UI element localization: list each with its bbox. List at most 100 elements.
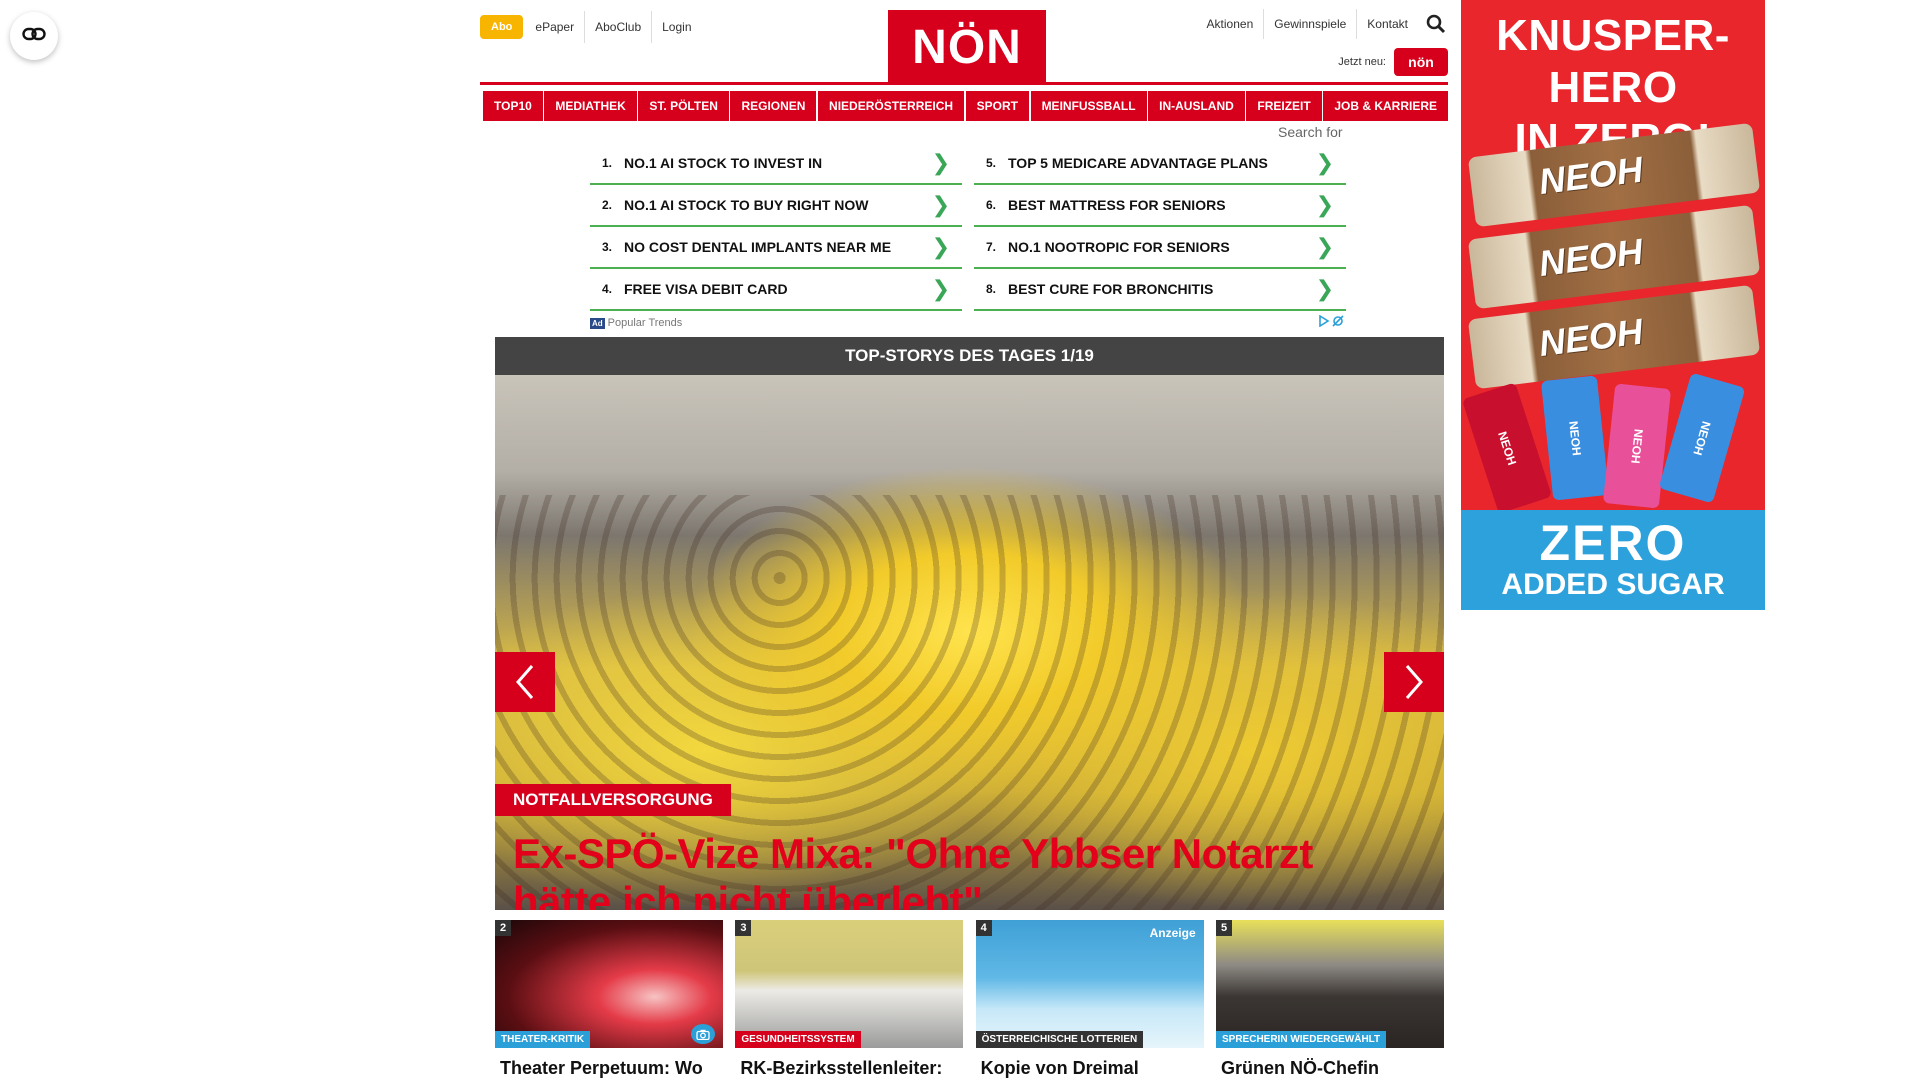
top-right-links: Aktionen Gewinnspiele Kontakt <box>1197 9 1448 39</box>
sponsored-item[interactable]: 7. NO.1 NOOTROPIC FOR SENIORS ❯ <box>974 227 1346 269</box>
story-card[interactable]: 4 Anzeige ÖSTERREICHISCHE LOTTERIEN Kopi… <box>975 920 1204 1080</box>
top-stories-header: TOP-STORYS DES TAGES 1/19 <box>495 337 1444 375</box>
extension-badge[interactable] <box>10 12 58 60</box>
story-card-title[interactable]: Grünen NÖ-Chefin Krismer: „Habe da noch <box>1216 1048 1444 1080</box>
sponsored-item-text: NO.1 NOOTROPIC FOR SENIORS <box>1008 239 1230 255</box>
nav-item-mediathek[interactable]: MEDIATHEK <box>544 91 637 121</box>
sponsored-item-number: 1. <box>602 156 613 170</box>
site-logo[interactable]: NÖN <box>888 10 1046 84</box>
abo-button[interactable]: Abo <box>480 15 524 39</box>
nav-item-niederoesterreich[interactable]: NIEDERÖSTERREICH <box>818 91 965 121</box>
ad-added-sugar-label: ADDED SUGAR <box>1501 568 1725 601</box>
popular-trends-label[interactable]: Popular Trends <box>608 317 683 329</box>
story-card-image[interactable]: 5 SPRECHERIN WIEDERGEWÄHLT <box>1215 920 1444 1048</box>
top-story-title[interactable]: Ex-SPÖ-Vize Mixa: "Ohne Ybbser Notarzt h… <box>513 830 1413 910</box>
search-icon[interactable] <box>1424 12 1448 36</box>
sponsored-item-text: BEST MATTRESS FOR SENIORS <box>1008 197 1226 213</box>
nav-item-st-poelten[interactable]: ST. PÖLTEN <box>638 91 729 121</box>
jetzt-neu-label: Jetzt neu: <box>1338 56 1386 68</box>
story-card-tag: GESUNDHEITSSYSTEM <box>735 1031 861 1048</box>
top-left-links: Abo ePaper AboClub Login <box>480 11 702 43</box>
chevron-right-icon: ❯ <box>931 150 950 175</box>
product-bar-label: NEOH <box>1536 310 1645 365</box>
chevron-right-icon: ❯ <box>1315 276 1334 301</box>
sponsored-item-number: 5. <box>986 156 997 170</box>
chevron-right-icon: ❯ <box>931 276 950 301</box>
nav-item-freizeit[interactable]: FREIZEIT <box>1246 91 1322 121</box>
header-divider <box>480 82 1448 85</box>
link-icon <box>22 27 46 46</box>
top-story-tag[interactable]: NOTFALLVERSORGUNG <box>495 784 731 816</box>
nav-item-regionen[interactable]: REGIONEN <box>730 91 817 121</box>
sidebar-ad-banner[interactable]: KNUSPER-HERO IN ZERO! NEOH NEOH NEOH NEO… <box>1461 0 1765 610</box>
sponsored-item[interactable]: 5. TOP 5 MEDICARE ADVANTAGE PLANS ❯ <box>974 143 1346 185</box>
anzeige-badge: Anzeige <box>1149 926 1196 940</box>
story-card-image[interactable]: 4 Anzeige ÖSTERREICHISCHE LOTTERIEN <box>975 920 1204 1048</box>
nav-item-meinfussball[interactable]: MEINFUSSBALL <box>1030 91 1147 121</box>
sponsored-item[interactable]: 2. NO.1 AI STOCK TO BUY RIGHT NOW ❯ <box>590 185 962 227</box>
story-card-title[interactable]: RK-Bezirksstellenleiter: „Das Ybbser NEF… <box>735 1048 963 1080</box>
jetzt-neu[interactable]: Jetzt neu: nön <box>1338 48 1448 76</box>
jetzt-neu-logo[interactable]: nön <box>1394 48 1448 76</box>
sponsored-column-right: 5. TOP 5 MEDICARE ADVANTAGE PLANS ❯ 6. BEST… <box>974 143 1346 311</box>
story-card[interactable]: 2 THEATER-KRITIK Theater Perpetuum: Wo L… <box>495 920 723 1080</box>
sponsored-item-text: NO.1 AI STOCK TO BUY RIGHT NOW <box>624 197 869 213</box>
aktionen-link[interactable]: Aktionen <box>1197 9 1264 39</box>
ad-zero-label: ZERO <box>1539 515 1687 571</box>
chevron-right-icon: ❯ <box>931 192 950 217</box>
sponsored-item-number: 2. <box>602 198 613 212</box>
story-card-title[interactable]: Theater Perpetuum: Wo Leonce seine Lena <box>495 1048 723 1080</box>
product-pack: NEOH <box>1658 372 1746 504</box>
story-cards: 2 THEATER-KRITIK Theater Perpetuum: Wo L… <box>495 920 1444 1080</box>
story-card-number: 5 <box>1215 920 1233 936</box>
nav-item-sport[interactable]: SPORT <box>965 91 1029 121</box>
slider-next-button[interactable] <box>1384 652 1444 712</box>
product-packs-image: NEOH NEOH NEOH NEOH <box>1461 372 1757 514</box>
adchoices-icon[interactable] <box>1318 314 1346 332</box>
ad-headline-line1: KNUSPER-HERO <box>1496 11 1730 112</box>
login-link[interactable]: Login <box>651 11 701 43</box>
top-story-image[interactable]: NOTFALLVERSORGUNG Ex-SPÖ-Vize Mixa: "Ohn… <box>495 375 1444 910</box>
sponsored-item-number: 3. <box>602 240 613 254</box>
story-card-image[interactable]: 2 THEATER-KRITIK <box>495 920 723 1048</box>
sponsored-item[interactable]: 8. BEST CURE FOR BRONCHITIS ❯ <box>974 269 1346 311</box>
ad-footer: ZERO ADDED SUGAR <box>1461 510 1765 610</box>
epaper-link[interactable]: ePaper <box>525 11 584 43</box>
product-pack: NEOH <box>1540 375 1610 501</box>
sponsored-search-list: 1. NO.1 AI STOCK TO INVEST IN ❯ 2. NO.1 AI … <box>590 143 1346 331</box>
story-card-image[interactable]: 3 GESUNDHEITSSYSTEM <box>735 920 964 1048</box>
search-for-label: Search for <box>1278 124 1343 140</box>
sponsored-item[interactable]: 4. FREE VISA DEBIT CARD ❯ <box>590 269 962 311</box>
slider-prev-button[interactable] <box>495 652 555 712</box>
chevron-left-icon <box>516 665 534 699</box>
product-pack: NEOH <box>1602 383 1672 509</box>
nav-item-job-karriere[interactable]: JOB & KARRIERE <box>1323 91 1448 121</box>
story-card[interactable]: 3 GESUNDHEITSSYSTEM RK-Bezirksstellenlei… <box>735 920 964 1080</box>
nav-item-top10[interactable]: TOP10 <box>483 91 543 121</box>
story-card-tag: ÖSTERREICHISCHE LOTTERIEN <box>975 1031 1144 1048</box>
chevron-right-icon: ❯ <box>931 234 950 259</box>
site-header: Abo ePaper AboClub Login NÖN Aktionen Ge… <box>480 0 1448 86</box>
gewinnspiele-link[interactable]: Gewinnspiele <box>1263 9 1356 39</box>
camera-icon <box>691 1024 715 1044</box>
sponsored-item[interactable]: 1. NO.1 AI STOCK TO INVEST IN ❯ <box>590 143 962 185</box>
nav-item-in-ausland[interactable]: IN-AUSLAND <box>1148 91 1245 121</box>
sponsored-item-text: BEST CURE FOR BRONCHITIS <box>1008 281 1214 297</box>
sponsored-item[interactable]: 3. NO COST DENTAL IMPLANTS NEAR ME ❯ <box>590 227 962 269</box>
story-card-title[interactable]: Kopie von Dreimal 20.000 Euro rot-weiß- <box>976 1048 1204 1080</box>
story-card[interactable]: 5 SPRECHERIN WIEDERGEWÄHLT Grünen NÖ-Che… <box>1215 920 1444 1080</box>
product-bar-label: NEOH <box>1536 148 1645 203</box>
main-nav: TOP10 MEDIATHEK ST. PÖLTEN REGIONEN NIED… <box>483 91 1448 121</box>
chevron-right-icon: ❯ <box>1315 192 1334 217</box>
story-card-number: 4 <box>975 920 992 936</box>
story-card-tag: SPRECHERIN WIEDERGEWÄHLT <box>1215 1031 1387 1048</box>
chevron-right-icon: ❯ <box>1315 150 1334 175</box>
sponsored-item[interactable]: 6. BEST MATTRESS FOR SENIORS ❯ <box>974 185 1346 227</box>
kontakt-link[interactable]: Kontakt <box>1356 9 1418 39</box>
sponsored-item-text: FREE VISA DEBIT CARD <box>624 281 788 297</box>
sponsored-item-number: 4. <box>602 282 613 296</box>
aboclub-link[interactable]: AboClub <box>584 11 651 43</box>
story-card-number: 3 <box>735 920 752 936</box>
sponsored-footer: Ad Popular Trends <box>590 314 1346 332</box>
ad-badge: Ad <box>590 317 605 329</box>
